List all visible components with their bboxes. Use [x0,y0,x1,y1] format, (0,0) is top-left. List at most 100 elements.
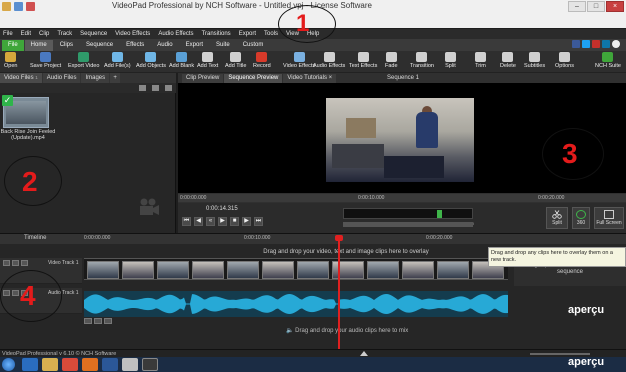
menu-file[interactable]: File [3,29,13,39]
play-button[interactable]: ▶ [218,217,227,226]
stop-button[interactable]: ■ [230,217,239,226]
subtitles-button[interactable]: Subtitles [524,52,545,69]
facebook-icon[interactable] [572,40,580,48]
preview-tabs: Clip Preview Sequence Preview Video Tuto… [182,74,337,83]
go-to-end-button[interactable]: ⏭ [254,217,263,226]
help-icon[interactable] [612,40,620,48]
save-project-button[interactable]: Save Project [30,52,61,69]
twitter-icon[interactable] [582,40,590,48]
add-bin-tab-button[interactable]: + [110,73,121,83]
tab-sequence[interactable]: Sequence [80,40,119,51]
text-effects-button[interactable]: Text Effects [349,52,377,69]
audio-effects-button[interactable]: Audio Effects [313,52,345,69]
thumbnail-view-icon[interactable] [152,85,159,91]
tab-clips[interactable]: Clips [54,40,79,51]
tab-suite[interactable]: Suite [210,40,236,51]
title-icon [230,52,242,62]
open-icon[interactable] [2,2,11,11]
menu-sequence[interactable]: Sequence [80,29,107,39]
clip-frame [402,261,434,279]
toolbar-label: Record [253,63,271,69]
list-view-icon[interactable] [139,85,146,91]
add-title-button[interactable]: Add Title [225,52,246,69]
nch-suite-button[interactable]: NCH Suite [595,52,621,69]
tab-custom[interactable]: Custom [237,40,270,51]
tab-audio[interactable]: Audio [151,40,178,51]
add-file-s-button[interactable]: Add File(s) [104,52,131,69]
add-text-button[interactable]: Add Text [197,52,218,69]
ie-icon[interactable] [22,358,38,371]
video-camera-icon [140,198,159,215]
volume-slider[interactable] [343,222,473,227]
undock-icon[interactable] [165,85,172,91]
360-button[interactable]: 360 [572,207,590,229]
tab-images[interactable]: Images [81,73,110,83]
close-button[interactable]: × [606,1,624,12]
media-icon[interactable] [122,358,138,371]
video-clip[interactable] [84,258,508,280]
options-button[interactable]: Options [555,52,574,69]
video-effects-button[interactable]: Video Effects [283,52,315,69]
annotation-number: 4 [20,280,36,311]
go-to-start-button[interactable]: ⏮ [182,217,191,226]
timeline-ruler[interactable]: Timeline 0:00:00.000 0:00:10.000 0:00:20… [0,234,626,244]
next-frame-button[interactable]: ▶ [242,217,251,226]
explorer-icon[interactable] [42,358,58,371]
tab-home[interactable]: Home [24,39,53,51]
audio-clip[interactable] [84,291,508,317]
maximize-button[interactable]: □ [587,1,605,12]
minimize-button[interactable]: – [568,1,586,12]
linkedin-icon[interactable] [602,40,610,48]
trim-button[interactable]: Trim [475,52,486,69]
transition-button[interactable]: Transition [410,52,434,69]
fx-button[interactable] [84,318,92,324]
menu-clip[interactable]: Clip [39,29,49,39]
quick-access-toolbar[interactable] [2,2,35,11]
word-icon[interactable] [102,358,118,371]
track-visibility-toggle[interactable] [3,260,10,266]
undo-icon[interactable] [26,2,35,11]
track-lock-toggle[interactable] [12,260,19,266]
rewind-button[interactable]: « [206,217,215,226]
menu-video-effects[interactable]: Video Effects [115,29,150,39]
record-button[interactable]: Record [253,52,271,69]
videopad-icon[interactable] [142,358,158,371]
split-button[interactable]: Split [546,207,568,229]
previous-frame-button[interactable]: ◀ [194,217,203,226]
menu-track[interactable]: Track [57,29,72,39]
youtube-icon[interactable] [592,40,600,48]
open-button[interactable]: Open [4,52,17,69]
tab-file[interactable]: File [2,39,24,51]
fade-button[interactable]: Fade [385,52,398,69]
delete-button[interactable]: Delete [500,52,516,69]
tab-video-files[interactable]: Video Files 1 [0,73,42,83]
tab-clip-preview[interactable]: Clip Preview [182,74,224,83]
mute-button[interactable] [104,318,112,324]
add-blank-button[interactable]: Add Blank [169,52,194,69]
menu-edit[interactable]: Edit [21,29,31,39]
expand-up-icon[interactable] [360,351,368,356]
tab-sequence-preview[interactable]: Sequence Preview [224,74,283,83]
preview-ruler[interactable]: 0:00:00.000 0:00:10.000 0:00:20.000 [178,194,626,202]
folder-icon [5,52,17,62]
start-button[interactable] [2,358,15,371]
add-objects-button[interactable]: Add Objects [136,52,166,69]
envelope-button[interactable] [94,318,102,324]
tab-audio-files[interactable]: Audio Files [42,73,81,83]
zoom-slider[interactable] [530,353,590,355]
menu-tools[interactable]: Tools [264,29,278,39]
save-icon[interactable] [14,2,23,11]
export-video-button[interactable]: Export Video [68,52,99,69]
menu-audio-effects[interactable]: Audio Effects [158,29,193,39]
firefox-icon[interactable] [82,358,98,371]
menu-transitions[interactable]: Transitions [202,29,231,39]
tab-effects[interactable]: Effects [120,40,150,51]
track-options-toggle[interactable] [21,260,28,266]
tab-export[interactable]: Export [180,40,209,51]
playhead[interactable] [335,235,343,349]
chrome-icon[interactable] [62,358,78,371]
split-button[interactable]: Split [445,52,456,69]
menu-export[interactable]: Export [239,29,256,39]
fullscreen-button[interactable]: Full Screen [594,207,624,229]
clip-thumbnail[interactable]: ✓ [2,95,49,128]
